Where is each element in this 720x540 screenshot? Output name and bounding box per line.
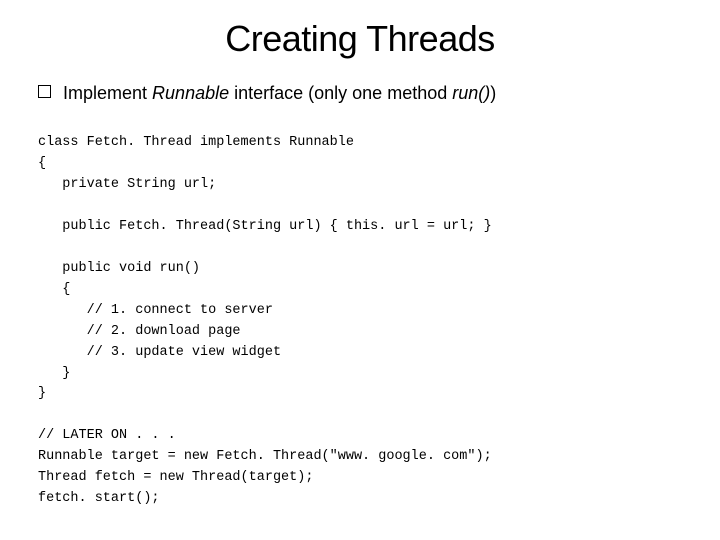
bullet-checkbox-icon: [38, 85, 51, 98]
bullet-prefix: Implement: [63, 83, 152, 103]
bullet-em-run: run(): [452, 83, 490, 103]
code-block: class Fetch. Thread implements Runnable …: [28, 133, 692, 510]
bullet-item: Implement Runnable interface (only one m…: [28, 82, 692, 105]
bullet-em-runnable: Runnable: [152, 83, 229, 103]
bullet-mid: interface (only one method: [229, 83, 452, 103]
bullet-text: Implement Runnable interface (only one m…: [63, 82, 496, 105]
bullet-suffix: ): [490, 83, 496, 103]
slide-title: Creating Threads: [28, 18, 692, 60]
